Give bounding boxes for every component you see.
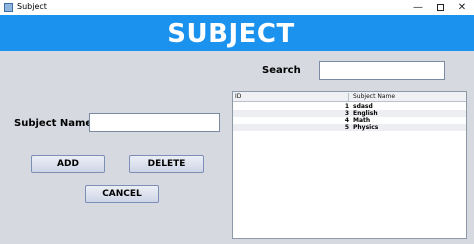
cell-subject-name: sdasd (353, 103, 373, 110)
column-header-subject-name[interactable]: Subject Name (353, 93, 465, 102)
cell-subject-name: Physics (353, 124, 379, 131)
close-button[interactable]: ✕ (448, 0, 474, 15)
table-row[interactable]: 1 sdasd (233, 103, 466, 110)
add-button[interactable]: ADD (31, 155, 105, 173)
search-label: Search (262, 65, 301, 76)
column-header-id[interactable]: ID (235, 93, 349, 102)
subject-name-input[interactable] (89, 113, 220, 132)
cell-id: 4 (344, 117, 349, 124)
maximize-icon (436, 4, 444, 11)
table-header: ID Subject Name (233, 92, 466, 102)
delete-button[interactable]: DELETE (129, 155, 204, 173)
subject-name-label: Subject Name (14, 118, 93, 129)
table-row[interactable]: 5 Physics (233, 124, 466, 131)
page-title: SUBJECT (167, 19, 295, 49)
cell-id: 1 (344, 103, 349, 110)
table-row[interactable]: 3 English (233, 110, 466, 117)
cancel-button[interactable]: CANCEL (85, 185, 159, 203)
cell-subject-name: English (353, 110, 378, 117)
search-input[interactable] (319, 61, 445, 80)
cell-id: 3 (344, 110, 349, 117)
cell-id: 5 (344, 124, 349, 131)
subject-table[interactable]: ID Subject Name 1 sdasd 3 English 4 Math… (232, 91, 467, 239)
cell-subject-name: Math (353, 117, 371, 124)
window-title-bar[interactable]: Subject — ✕ (0, 0, 474, 15)
table-row[interactable]: 4 Math (233, 117, 466, 124)
window-title: Subject (17, 2, 47, 11)
app-icon (4, 3, 13, 12)
